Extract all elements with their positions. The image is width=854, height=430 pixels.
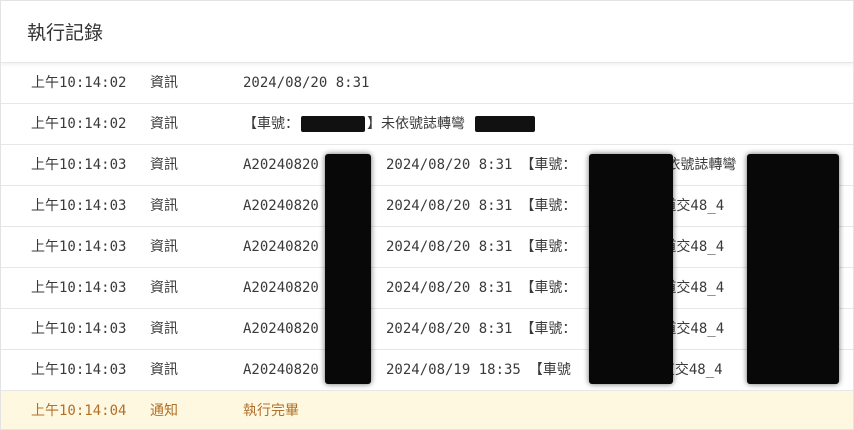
log-level: 資訊 (150, 239, 178, 255)
log-row: 上午10:14:03 資訊 A20240820 2024/08/20 8:31 【車… (1, 145, 853, 186)
log-message: 執行完畢 (243, 403, 299, 419)
log-row: 上午10:14:03 資訊 A20240820 2024/08/20 8:31 【車… (1, 227, 853, 268)
log-time: 上午10:14:03 (31, 280, 127, 296)
log-list: 上午10:14:02 資訊 2024/08/20 8:31 上午10:14:02… (1, 63, 853, 429)
log-time: 上午10:14:02 (31, 116, 127, 132)
log-time: 上午10:14:03 (31, 239, 127, 255)
redaction-plate (301, 116, 365, 132)
record-plate-label: 【車號： (520, 239, 577, 255)
record-date: 2024/08/19 18:35 (386, 362, 521, 378)
log-time: 上午10:14:03 (31, 198, 127, 214)
redaction-plate-column (589, 154, 673, 384)
redaction-record-suffix (325, 154, 371, 384)
record-plate-label: 【車號： (520, 198, 577, 214)
log-level: 資訊 (150, 280, 178, 296)
log-time: 上午10:14:03 (31, 321, 127, 337)
log-level: 通知 (150, 403, 178, 419)
log-time: 上午10:14:03 (31, 157, 127, 173)
record-date: 2024/08/20 8:31 (386, 198, 513, 214)
log-level: 資訊 (150, 75, 178, 91)
record-date: 2024/08/20 8:31 (386, 157, 513, 173)
log-row: 上午10:14:02 資訊 2024/08/20 8:31 (1, 63, 853, 104)
log-message: 【車號： 】未依號誌轉彎 (243, 104, 853, 144)
record-plate-label: 【車號： (520, 321, 577, 337)
record-date: 2024/08/20 8:31 (386, 239, 513, 255)
log-row: 上午10:14:02 資訊 【車號： 】未依號誌轉彎 (1, 104, 853, 145)
redaction-plate-2 (475, 116, 535, 132)
record-plate-label: 【車號 (528, 362, 571, 378)
panel-header: 執行記錄 (1, 1, 853, 63)
log-time: 上午10:14:04 (31, 403, 127, 419)
log-time: 上午10:14:03 (31, 362, 127, 378)
page-title: 執行記錄 (27, 22, 104, 44)
log-level: 資訊 (150, 321, 178, 337)
log-row: 上午10:14:03 資訊 A20240820 2024/08/20 8:31 【車… (1, 268, 853, 309)
log-message: 2024/08/20 8:31 (243, 75, 370, 91)
message-prefix: 【車號： (243, 116, 299, 132)
record-plate-label: 【車號： (520, 280, 577, 296)
log-level: 資訊 (150, 157, 178, 173)
log-panel: 執行記錄 上午10:14:02 資訊 2024/08/20 8:31 上午10:… (0, 0, 854, 430)
record-date: 2024/08/20 8:31 (386, 280, 513, 296)
message-suffix: 】未依號誌轉彎 (367, 116, 465, 132)
record-plate-label: 【車號： (520, 157, 577, 173)
log-row: 上午10:14:03 資訊 A20240820 2024/08/20 8:31 【車… (1, 309, 853, 350)
log-row: 上午10:14:03 資訊 A20240820 2024/08/19 18:35 【… (1, 350, 853, 391)
log-level: 資訊 (150, 198, 178, 214)
record-date: 2024/08/20 8:31 (386, 321, 513, 337)
log-row: 上午10:14:03 資訊 A20240820 2024/08/20 8:31 【車… (1, 186, 853, 227)
log-time: 上午10:14:02 (31, 75, 127, 91)
log-level: 資訊 (150, 362, 178, 378)
redaction-detail-column (747, 154, 839, 384)
log-row-notice: 上午10:14:04 通知 執行完畢 (1, 391, 853, 429)
log-level: 資訊 (150, 116, 178, 132)
